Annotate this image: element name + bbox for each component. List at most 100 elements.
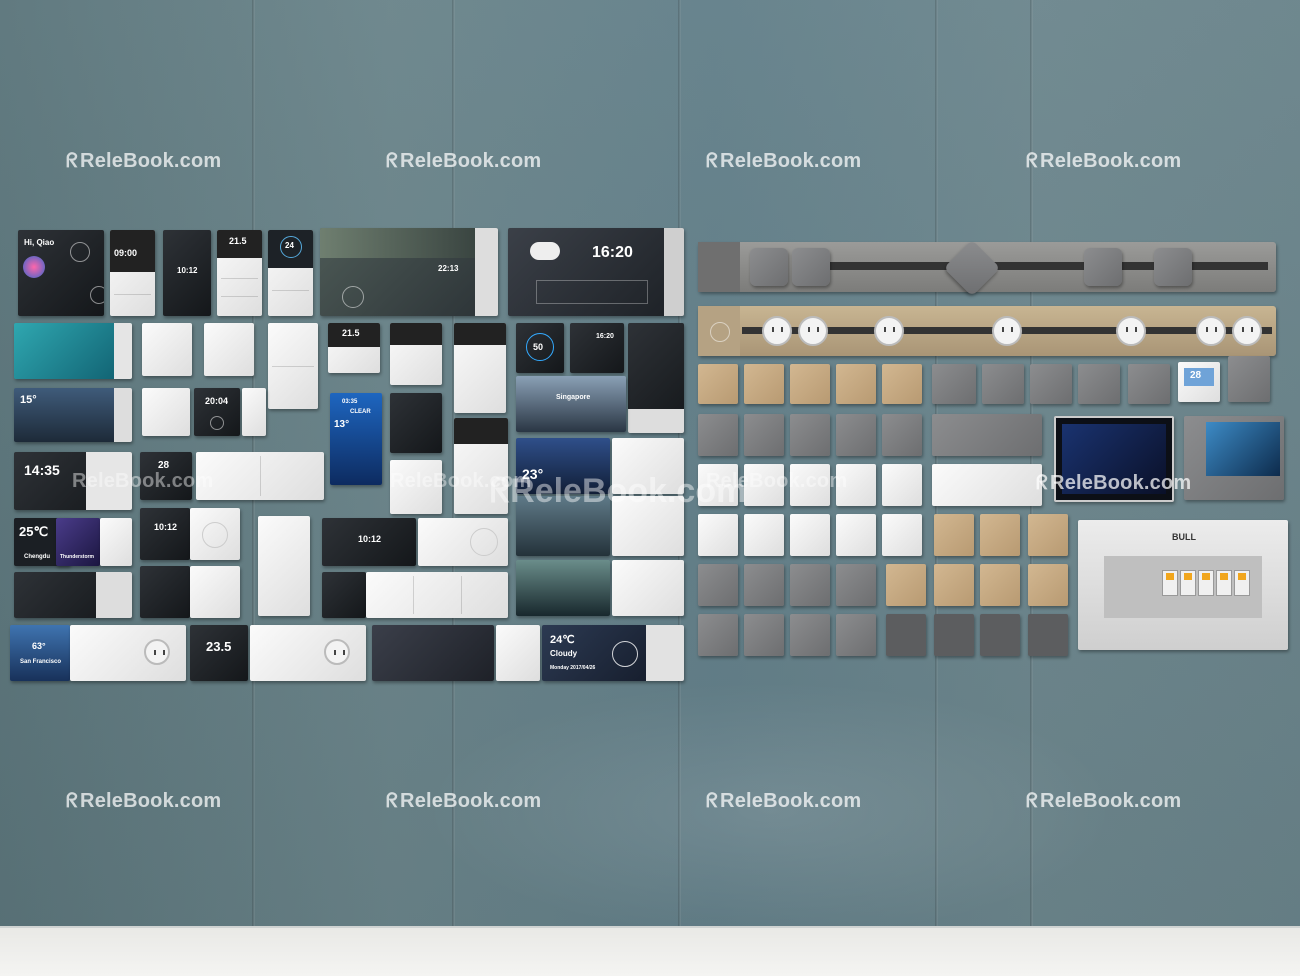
button-divider [271, 290, 310, 291]
time-text: 16:20 [592, 244, 633, 261]
gauge-value: 50 [533, 342, 544, 352]
socket-panel [698, 614, 738, 656]
sun-icon [23, 256, 45, 278]
date-text: Monday 2017/04/26 [550, 665, 596, 671]
smart-screen [628, 323, 684, 433]
brand-logo: BULL [1172, 532, 1196, 542]
switch-panel [204, 323, 254, 376]
switch-panel [1028, 564, 1068, 606]
switch-panel [190, 566, 240, 618]
switch-panel [1128, 364, 1170, 404]
temperature-text: 25℃ [19, 524, 49, 539]
weather-screen: 63° San Francisco [10, 625, 70, 681]
thermostat-value: 28 [1190, 370, 1202, 381]
switch-panel [836, 414, 876, 456]
track-socket [1232, 316, 1262, 346]
socket-panel [932, 464, 1042, 506]
smart-panel: 10:12 [140, 508, 190, 560]
smart-panel: 10:12 [163, 230, 211, 316]
track-socket [762, 316, 792, 346]
knob-icon [90, 286, 104, 304]
watermark: ᖇ ReleBook.com [706, 788, 862, 812]
switch-panel [496, 625, 540, 681]
temperature-text: 24 [285, 241, 294, 250]
socket-panel [836, 614, 876, 656]
switch-panel: 21.5 [217, 230, 262, 316]
power-icon [710, 322, 730, 342]
switch-panel [882, 364, 922, 404]
track-socket [1116, 316, 1146, 346]
media-screen [372, 625, 494, 681]
switch-panel [934, 614, 974, 656]
time-text: 10:12 [154, 522, 178, 532]
switch-panel [836, 364, 876, 404]
switch-panel [790, 414, 830, 456]
switch-panel [744, 564, 784, 606]
button-divider [260, 455, 261, 497]
time-text: 10:12 [358, 534, 382, 544]
temperature-text: 13° [334, 419, 350, 430]
icon-row [536, 280, 648, 304]
button-divider [220, 278, 259, 279]
track-socket [798, 316, 828, 346]
switch-panel [612, 560, 684, 616]
circuit-breaker [1198, 570, 1214, 596]
city-text: Chengdu [24, 554, 50, 560]
track-rail [698, 306, 1276, 356]
knob-icon [470, 528, 498, 556]
switch-panel [366, 572, 508, 618]
temperature-text: 63° [32, 641, 46, 651]
time-text: 16:20 [596, 333, 614, 340]
circuit-breaker [1234, 570, 1250, 596]
watermark: ReleBook.com [390, 470, 532, 492]
switch-panel [1028, 514, 1068, 556]
smart-panel: 10:12 [322, 518, 416, 566]
button-divider [113, 294, 152, 295]
track-socket [1084, 248, 1122, 286]
switch-panel [980, 614, 1020, 656]
socket-panel [744, 414, 784, 456]
socket-panel [70, 625, 186, 681]
switch-panel [836, 514, 876, 556]
switch-panel [390, 323, 442, 385]
weather-screen: Singapore [516, 376, 626, 432]
power-socket [324, 639, 350, 665]
smart-panel [390, 393, 442, 453]
switch-panel [982, 364, 1024, 404]
cloud-icon [530, 242, 560, 260]
switch-panel: 21.5 [328, 323, 380, 373]
switch-panel [790, 564, 830, 606]
weather-text: CLEAR [350, 409, 371, 415]
switch-panel [196, 452, 324, 500]
watermark: ᖇ ReleBook.com [386, 788, 542, 812]
switch-panel: 09:00 [110, 230, 155, 316]
smart-screen [516, 560, 610, 616]
city-text: San Francisco [20, 659, 62, 665]
socket-panel [882, 464, 922, 506]
switch-panel [934, 514, 974, 556]
city-text: Singapore [556, 394, 591, 401]
socket-panel [744, 514, 784, 556]
switch-panel [980, 564, 1020, 606]
button-divider [461, 575, 462, 615]
button-divider [272, 366, 314, 367]
greeting-text: Hi, Qiao [24, 238, 55, 247]
track-rail [698, 239, 1276, 297]
switch-panel [268, 323, 318, 409]
switch-panel [882, 514, 922, 556]
weather-text: Thunderstorm [60, 554, 94, 560]
smart-panel [140, 566, 190, 618]
circuit-breaker [1216, 570, 1232, 596]
weather-screen: 24℃ Cloudy Monday 2017/04/26 [542, 625, 684, 681]
watermark: ᖇ ReleBook.com [706, 148, 862, 172]
switch-panel [836, 564, 876, 606]
switch-panel [454, 323, 506, 413]
track-socket [1196, 316, 1226, 346]
temperature-text: 23.5 [206, 639, 232, 654]
socket-panel [250, 625, 366, 681]
track-socket [792, 248, 830, 286]
knob-icon [210, 416, 224, 430]
socket-panel [744, 364, 784, 404]
watermark: ᖇ ReleBook.com [66, 788, 222, 812]
switch-panel [934, 564, 974, 606]
